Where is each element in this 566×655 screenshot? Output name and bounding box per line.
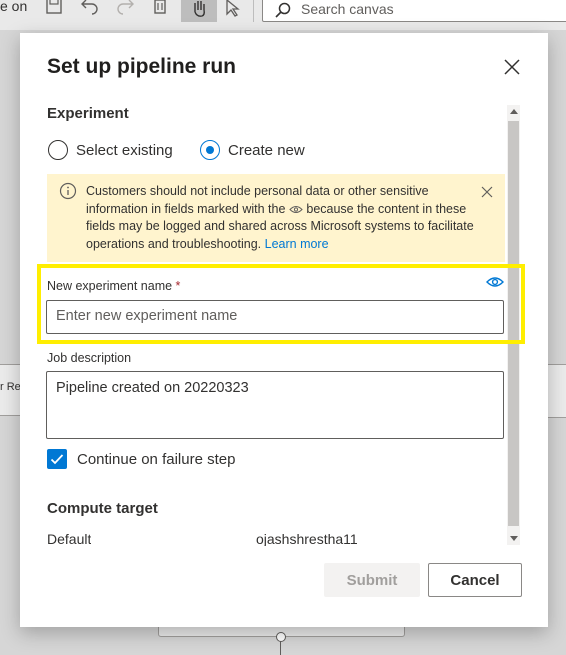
hand-pan-icon[interactable] <box>189 0 209 18</box>
warning-message: Customers should not include personal da… <box>86 183 478 253</box>
continue-on-failure-checkbox[interactable]: Continue on failure step <box>47 449 235 469</box>
setup-pipeline-run-dialog: Set up pipeline run Experiment Select ex… <box>20 33 548 627</box>
compute-default-label: Default <box>47 534 91 546</box>
learn-more-link[interactable]: Learn more <box>265 237 329 251</box>
required-marker: * <box>175 279 181 293</box>
scrollbar-thumb[interactable] <box>508 121 519 526</box>
radio-circle-unselected[interactable] <box>48 140 68 160</box>
redo-icon[interactable] <box>115 0 135 18</box>
scroll-up-arrow[interactable] <box>510 109 518 114</box>
select-pointer-icon[interactable] <box>224 0 244 18</box>
radio-label-select-existing: Select existing <box>76 141 173 159</box>
undo-icon[interactable] <box>80 0 100 18</box>
checkmark-icon <box>50 454 64 465</box>
toolbar-separator <box>253 0 254 22</box>
radio-label-create-new: Create new <box>228 141 305 159</box>
radio-circle-selected[interactable] <box>200 140 220 160</box>
privacy-warning-bar: Customers should not include personal da… <box>47 174 505 262</box>
job-description-label: Job description <box>47 351 132 365</box>
toolbar-partial-label: e on <box>0 0 28 14</box>
search-icon <box>275 2 291 18</box>
dismiss-warning-icon[interactable] <box>481 186 493 198</box>
pipeline-node-text: r Re <box>0 381 21 393</box>
continue-on-failure-label: Continue on failure step <box>77 450 236 468</box>
compute-default-label-text: Default <box>47 534 92 546</box>
dialog-title: Set up pipeline run <box>47 55 237 78</box>
scroll-down-arrow[interactable] <box>510 536 518 541</box>
compute-target-section-title: Compute target <box>47 500 158 517</box>
experiment-section-title: Experiment <box>47 105 129 122</box>
close-icon[interactable] <box>502 57 522 77</box>
dialog-scrollbar[interactable] <box>507 105 520 545</box>
delete-icon[interactable] <box>150 0 170 18</box>
checkbox-checked[interactable] <box>47 449 67 469</box>
experiment-name-input[interactable] <box>47 301 486 331</box>
canvas-toolbar: e on Search canvas <box>0 0 566 30</box>
eye-icon[interactable] <box>486 276 504 288</box>
eye-inline-icon <box>289 205 303 213</box>
search-canvas-input[interactable]: Search canvas <box>262 0 566 22</box>
node-connector <box>280 641 281 655</box>
compute-default-value-text: ojashshrestha11 <box>256 534 358 546</box>
compute-default-value: ojashshrestha11 <box>256 534 358 546</box>
job-description-textarea[interactable]: Pipeline created on 20220323 <box>46 371 504 439</box>
save-icon[interactable] <box>44 0 64 18</box>
submit-button[interactable]: Submit <box>324 563 420 597</box>
cancel-button[interactable]: Cancel <box>428 563 522 597</box>
experiment-name-label: New experiment name * <box>47 279 180 293</box>
search-placeholder: Search canvas <box>301 1 394 17</box>
experiment-name-label-text: New experiment name <box>47 279 173 293</box>
job-description-value: Pipeline created on 20220323 <box>56 380 249 396</box>
node-port <box>276 632 286 642</box>
experiment-name-field[interactable] <box>46 300 504 334</box>
info-icon <box>59 182 77 200</box>
radio-create-new[interactable]: Create new <box>200 140 305 160</box>
radio-select-existing[interactable]: Select existing <box>48 140 173 160</box>
